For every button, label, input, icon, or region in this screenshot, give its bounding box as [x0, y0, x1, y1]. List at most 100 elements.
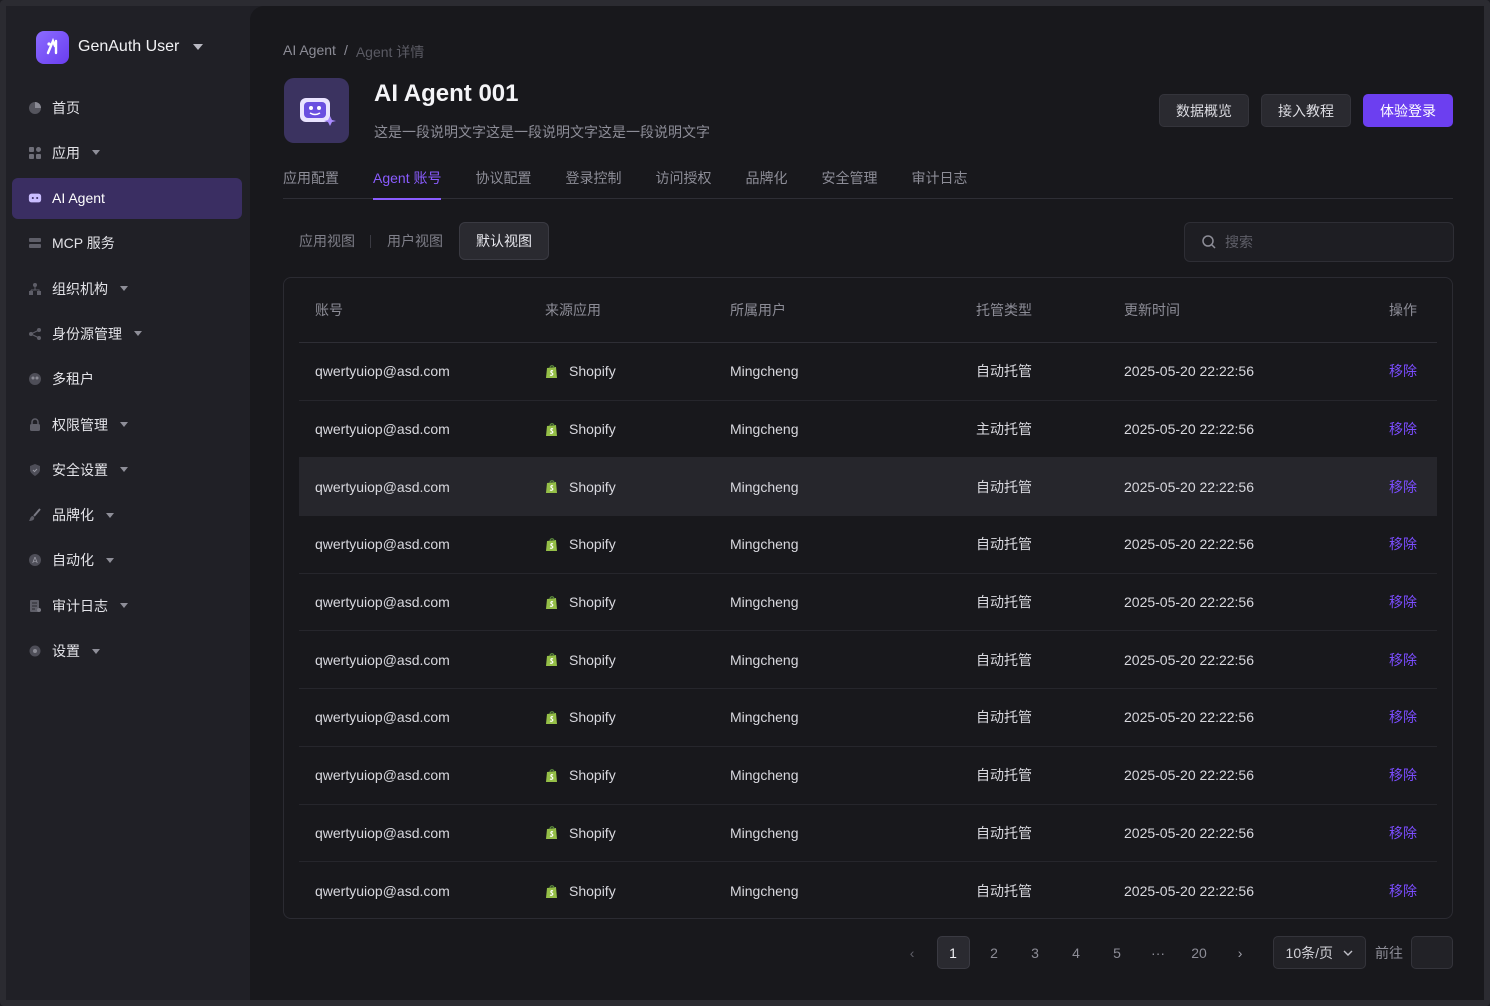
remove-link[interactable]: 移除 — [1389, 421, 1417, 437]
actions-cell: 移除 — [1354, 361, 1437, 381]
remove-link[interactable]: 移除 — [1389, 709, 1417, 725]
actions-cell: 移除 — [1354, 477, 1437, 497]
tutorial-button[interactable]: 接入教程 — [1261, 94, 1351, 127]
remove-link[interactable]: 移除 — [1389, 825, 1417, 841]
tab-5[interactable]: 品牌化 — [745, 168, 787, 199]
view-user[interactable]: 用户视图 — [371, 222, 459, 260]
source-app-cell: Shopify — [545, 421, 730, 437]
tenant-icon — [28, 372, 42, 386]
sidebar-item-label: 首页 — [52, 99, 80, 116]
try-login-button[interactable]: 体验登录 — [1363, 94, 1453, 127]
tab-0[interactable]: 应用配置 — [283, 168, 339, 199]
remove-link[interactable]: 移除 — [1389, 363, 1417, 379]
breadcrumb-root[interactable]: AI Agent — [283, 42, 336, 62]
col-actions: 操作 — [1389, 302, 1417, 318]
tab-4[interactable]: 访问授权 — [655, 168, 711, 199]
remove-link[interactable]: 移除 — [1389, 767, 1417, 783]
chevron-down-icon — [120, 603, 128, 609]
chevron-down-icon — [193, 44, 204, 50]
sidebar-item-8[interactable]: 安全设置 — [12, 449, 242, 490]
updated-at-cell: 2025-05-20 22:22:56 — [1124, 651, 1254, 668]
goto-page-input[interactable] — [1411, 936, 1453, 969]
pagination: ‹ 1 2 3 4 5 ··· 20 › 10条/页 前往 — [888, 936, 1453, 969]
table-row: qwertyuiop@asd.com Shopify Mingcheng 主动托管 20… — [299, 401, 1437, 459]
remove-link[interactable]: 移除 — [1389, 594, 1417, 610]
tab-3[interactable]: 登录控制 — [565, 168, 621, 199]
page-button[interactable]: 2 — [978, 936, 1011, 969]
updated-at-cell: 2025-05-20 22:22:56 — [1124, 363, 1254, 380]
page-button[interactable]: 20 — [1183, 936, 1216, 969]
source-app-cell: Shopify — [545, 536, 730, 552]
sidebar-item-5[interactable]: 身份源管理 — [12, 313, 242, 354]
sidebar-item-0[interactable]: 首页 — [12, 87, 242, 128]
shopify-icon — [545, 884, 559, 899]
owner-cell: Mingcheng — [730, 824, 799, 841]
search-icon — [1202, 235, 1216, 249]
tab-7[interactable]: 审计日志 — [911, 168, 967, 199]
table-row: qwertyuiop@asd.com Shopify Mingcheng 自动托管 20… — [299, 747, 1437, 805]
col-account: 账号 — [315, 302, 343, 318]
page-button[interactable]: 1 — [936, 936, 970, 969]
owner-cell: Mingcheng — [730, 421, 799, 438]
page-button[interactable]: 4 — [1060, 936, 1093, 969]
view-default[interactable]: 默认视图 — [459, 222, 549, 260]
sidebar-nav: 首页应用 AI Agent MCP 服务 组织机构身份源管理多租户权限管理 安全设置品牌… — [12, 87, 242, 676]
account-cell: qwertyuiop@asd.com — [315, 651, 450, 668]
prev-page-icon[interactable]: ‹ — [896, 936, 929, 969]
actions-cell: 移除 — [1354, 534, 1437, 554]
next-page-icon[interactable]: › — [1224, 936, 1257, 969]
account-cell: qwertyuiop@asd.com — [315, 767, 450, 784]
brand-logo-icon — [36, 30, 69, 64]
main-content: AI Agent / Agent 详情 AI Agent 001 这是一段说明文… — [250, 6, 1484, 1000]
remove-link[interactable]: 移除 — [1389, 536, 1417, 552]
sidebar-item-10[interactable]: A 自动化 — [12, 540, 242, 581]
page-size-select[interactable]: 10条/页 — [1272, 936, 1366, 969]
source-app-name: Shopify — [569, 536, 616, 553]
actions-cell: 移除 — [1354, 881, 1437, 901]
page-description: 这是一段说明文字这是一段说明文字这是一段说明文字 — [374, 124, 710, 140]
sidebar-item-11[interactable]: 审计日志 — [12, 585, 242, 626]
brand-switcher[interactable]: GenAuth User — [36, 30, 204, 64]
updated-at-cell: 2025-05-20 22:22:56 — [1124, 767, 1254, 784]
account-cell: qwertyuiop@asd.com — [315, 883, 450, 900]
sidebar-item-4[interactable]: 组织机构 — [12, 268, 242, 309]
view-app[interactable]: 应用视图 — [283, 222, 371, 260]
search-box[interactable] — [1184, 222, 1454, 262]
page-button[interactable]: ··· — [1142, 936, 1175, 969]
search-input[interactable] — [1225, 234, 1445, 250]
sidebar-item-2[interactable]: AI Agent — [12, 177, 242, 219]
sidebar-item-label: MCP 服务 — [52, 235, 115, 252]
chevron-down-icon — [106, 512, 114, 518]
sidebar-item-7[interactable]: 权限管理 — [12, 404, 242, 445]
chevron-down-icon — [92, 150, 100, 156]
breadcrumb: AI Agent / Agent 详情 — [283, 42, 424, 62]
account-cell: qwertyuiop@asd.com — [315, 421, 450, 438]
sidebar-item-label: 多租户 — [52, 371, 94, 388]
tab-1[interactable]: Agent 账号 — [373, 168, 442, 200]
sidebar-item-3[interactable]: MCP 服务 — [12, 223, 242, 264]
robot-face-icon — [299, 97, 336, 126]
server-icon — [28, 236, 42, 250]
data-overview-button[interactable]: 数据概览 — [1159, 94, 1249, 127]
brush-icon — [28, 508, 42, 522]
tab-2[interactable]: 协议配置 — [475, 168, 531, 199]
remove-link[interactable]: 移除 — [1389, 652, 1417, 668]
hosting-type-cell: 自动托管 — [976, 767, 1032, 784]
updated-at-cell: 2025-05-20 22:22:56 — [1124, 421, 1254, 438]
sidebar-item-9[interactable]: 品牌化 — [12, 495, 242, 536]
tab-6[interactable]: 安全管理 — [821, 168, 877, 199]
page-button[interactable]: 3 — [1019, 936, 1052, 969]
hosting-type-cell: 自动托管 — [976, 883, 1032, 900]
header-actions: 数据概览 接入教程 体验登录 — [1159, 94, 1453, 127]
accounts-table: 账号 来源应用 所属用户 托管类型 更新时间 操作 qwertyuiop@asd… — [283, 277, 1453, 919]
remove-link[interactable]: 移除 — [1389, 883, 1417, 899]
page-button[interactable]: 5 — [1101, 936, 1134, 969]
sidebar-item-12[interactable]: 设置 — [12, 631, 242, 672]
apps-icon — [28, 146, 42, 160]
sidebar-item-1[interactable]: 应用 — [12, 132, 242, 173]
breadcrumb-separator: / — [343, 42, 348, 58]
sidebar-item-label: 组织机构 — [52, 280, 108, 297]
source-app-name: Shopify — [569, 651, 616, 668]
remove-link[interactable]: 移除 — [1389, 479, 1417, 495]
sidebar-item-6[interactable]: 多租户 — [12, 359, 242, 400]
